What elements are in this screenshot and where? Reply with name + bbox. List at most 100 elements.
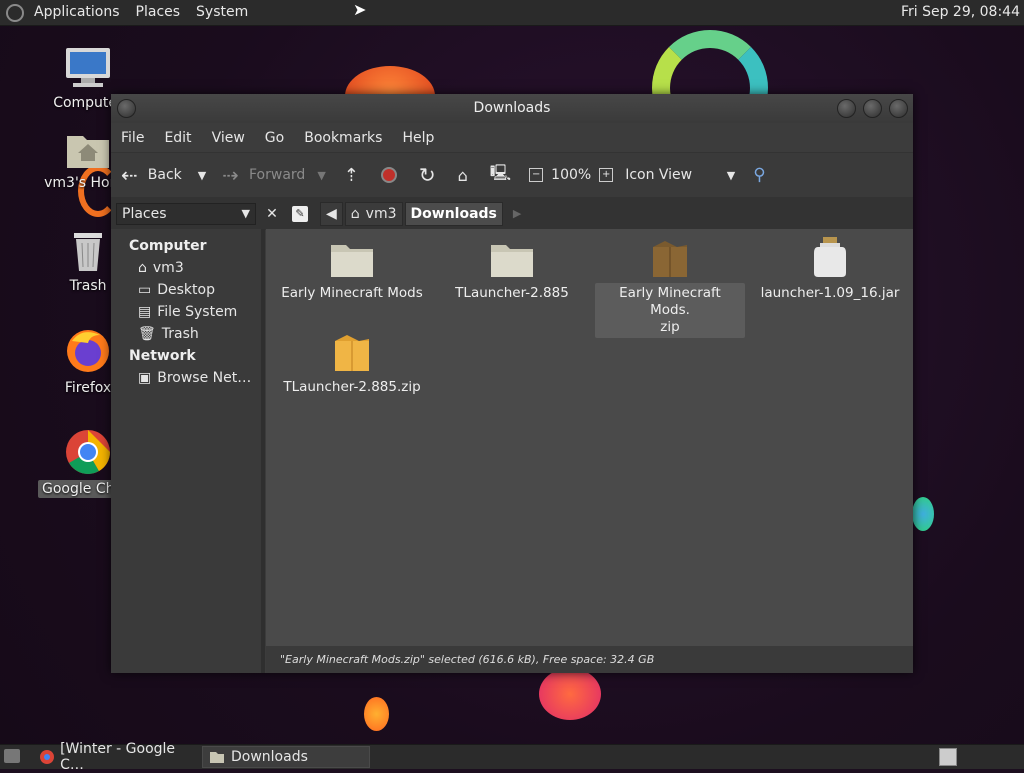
file-item[interactable]: Early Minecraft Mods [277, 239, 427, 304]
sidebar-item-label: Browse Net… [157, 370, 252, 386]
menu-file[interactable]: File [111, 130, 154, 146]
file-item[interactable]: TLauncher-2.885.zip [277, 333, 427, 398]
location-bar: Places ▼ ✕ ✎ ◀ ⌂ vm3 Downloads ▶ [111, 197, 913, 230]
folder-icon [210, 752, 224, 763]
home-icon: ⌂ [350, 205, 360, 222]
zoom-level: 100% [551, 167, 592, 183]
menu-view[interactable]: View [202, 130, 255, 146]
archive-icon [335, 335, 369, 371]
window-title: Downloads [473, 100, 551, 116]
forward-history-dropdown[interactable]: ▼ [317, 169, 325, 182]
jar-icon [814, 237, 846, 277]
computer-icon[interactable]: 🖳 [490, 162, 511, 189]
archive-icon [653, 241, 687, 277]
show-desktop-icon[interactable] [4, 749, 20, 763]
sidebar-item-trash[interactable]: 🗑 Trash [111, 323, 261, 345]
desktop-icon-label: Trash [69, 278, 107, 294]
mouse-pointer-icon: ➤ [353, 0, 367, 19]
chevron-down-icon: ▼ [726, 168, 736, 182]
menu-help[interactable]: Help [392, 130, 444, 146]
system-menu[interactable]: System [188, 0, 256, 25]
places-sidebar: Computer ⌂ vm3 ▭ Desktop ▤ File System 🗑… [111, 229, 265, 673]
forward-arrow-icon: ⇢ [222, 163, 239, 187]
file-name: Early Minecraft Mods [281, 285, 423, 301]
drive-icon: ▤ [138, 304, 152, 320]
top-panel: Applications Places System ➤ Fri Sep 29,… [0, 0, 1024, 26]
file-item[interactable]: launcher-1.09_16.jar [755, 235, 905, 304]
sidebar-item-label: Desktop [157, 282, 215, 298]
sidebar-item-label: File System [157, 304, 238, 320]
window-titlebar[interactable]: Downloads [111, 94, 913, 123]
places-menu[interactable]: Places [128, 0, 189, 25]
home-folder-icon [67, 136, 109, 168]
zoom-in-icon[interactable]: + [599, 168, 614, 182]
taskbar-item-chrome[interactable]: [Winter - Google C… [33, 741, 201, 773]
breadcrumb-downloads[interactable]: Downloads [404, 201, 503, 226]
forward-label: Forward [249, 167, 306, 183]
file-view[interactable]: Early Minecraft Mods TLauncher-2.885 Ear… [266, 229, 913, 646]
search-icon[interactable]: ⚲ [753, 165, 765, 185]
view-mode-select[interactable]: Icon View ▼ [625, 167, 735, 183]
firefox-icon [67, 330, 109, 372]
sidebar-item-browse-network[interactable]: ▣ Browse Net… [111, 367, 261, 389]
file-item[interactable]: TLauncher-2.885 [437, 239, 587, 304]
close-button[interactable] [889, 99, 908, 118]
maximize-button[interactable] [863, 99, 882, 118]
breadcrumb-vm3[interactable]: ⌂ vm3 [344, 201, 403, 226]
workspace-switcher[interactable] [939, 748, 957, 766]
breadcrumb-label: vm3 [365, 205, 397, 222]
breadcrumb-left-arrow[interactable]: ◀ [320, 201, 343, 226]
toolbar: ⇠ Back ▼ ⇢ Forward ▼ ⇡ ↻ ⌂ 🖳 − 100% + Ic… [111, 152, 913, 197]
applications-menu[interactable]: Applications [26, 0, 128, 25]
toggle-location-entry-icon[interactable]: ✎ [292, 205, 308, 222]
folder-icon [331, 245, 373, 277]
sidebar-item-vm3[interactable]: ⌂ vm3 [111, 257, 261, 279]
chrome-icon [40, 750, 54, 764]
sidebar-pane-label: Places [122, 205, 167, 222]
chevron-down-icon: ▼ [241, 207, 250, 220]
stop-icon[interactable] [380, 167, 397, 183]
minimize-button[interactable] [837, 99, 856, 118]
chrome-icon [66, 430, 110, 474]
back-button[interactable]: ⇠ Back [121, 163, 182, 187]
sidebar-item-file-system[interactable]: ▤ File System [111, 301, 261, 323]
close-sidebar-icon[interactable]: ✕ [262, 206, 282, 222]
file-name: Early Minecraft Mods. zip [595, 283, 745, 338]
file-item-selected[interactable]: Early Minecraft Mods. zip [595, 239, 745, 338]
sidebar-item-label: vm3 [152, 260, 184, 276]
sidebar-header-network: Network [129, 348, 196, 364]
sidebar-item-desktop[interactable]: ▭ Desktop [111, 279, 261, 301]
file-name: TLauncher-2.885 [455, 285, 569, 301]
breadcrumb-right-arrow[interactable]: ▶ [513, 207, 521, 220]
file-name: TLauncher-2.885.zip [283, 379, 421, 395]
desktop-icon-label: Firefox [64, 380, 112, 396]
menu-go[interactable]: Go [255, 130, 294, 146]
network-icon: ▣ [138, 370, 152, 386]
decorative-blob [539, 668, 601, 720]
folder-icon [491, 245, 533, 277]
computer-icon [66, 48, 110, 87]
trash-icon: 🗑 [138, 326, 156, 342]
bottom-panel: [Winter - Google C… Downloads [0, 741, 1024, 773]
distro-logo-icon[interactable] [6, 3, 24, 22]
sidebar-header-computer: Computer [129, 238, 207, 254]
reload-icon[interactable]: ↻ [419, 163, 436, 187]
trash-icon [74, 233, 102, 271]
home-icon[interactable]: ⌂ [458, 166, 468, 185]
back-label: Back [147, 167, 182, 183]
desktop-icon: ▭ [138, 282, 152, 298]
menu-edit[interactable]: Edit [154, 130, 201, 146]
back-history-dropdown[interactable]: ▼ [198, 169, 206, 182]
taskbar-item-label: Downloads [231, 749, 308, 765]
top-panel-menu: Applications Places System [0, 0, 256, 25]
up-icon[interactable]: ⇡ [344, 165, 359, 186]
sidebar-item-label: Trash [161, 326, 199, 342]
taskbar-item-label: [Winter - Google C… [60, 741, 176, 773]
clock[interactable]: Fri Sep 29, 08:44 [901, 0, 1020, 25]
decorative-blob [364, 697, 389, 731]
menu-bookmarks[interactable]: Bookmarks [294, 130, 392, 146]
taskbar-item-downloads[interactable]: Downloads [202, 746, 370, 768]
sidebar-pane-select[interactable]: Places ▼ [116, 202, 256, 225]
forward-button[interactable]: ⇢ Forward [222, 163, 305, 187]
zoom-out-icon[interactable]: − [529, 168, 544, 182]
